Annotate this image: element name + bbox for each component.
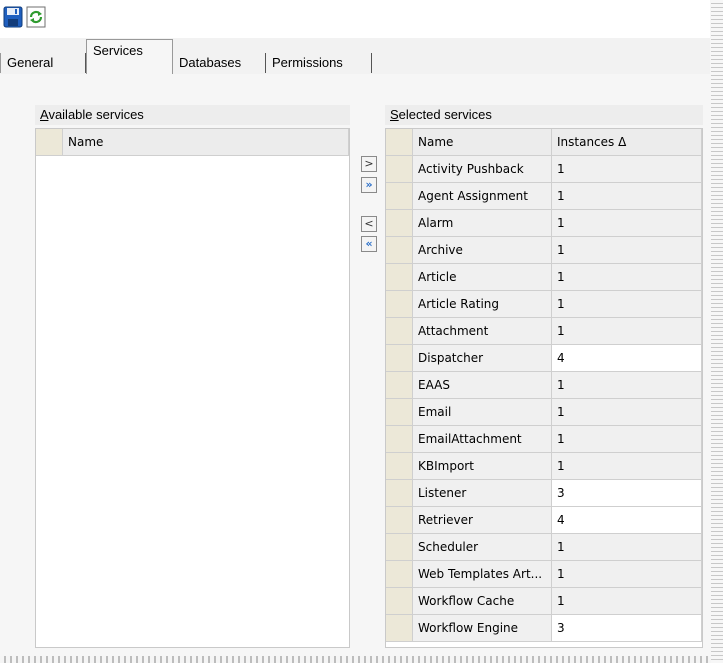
row-selector[interactable] [386,210,413,237]
header-corner [36,129,63,156]
save-disk-icon [3,6,23,28]
service-name-cell[interactable]: Attachment [413,318,552,345]
row-selector[interactable] [386,426,413,453]
service-name-cell[interactable]: Agent Assignment [413,183,552,210]
column-header-name[interactable]: Name [63,129,349,156]
service-instances-cell[interactable]: 3 [552,480,702,507]
window-bottom-edge [0,656,711,663]
service-name-cell[interactable]: Workflow Engine [413,615,552,642]
row-selector[interactable] [386,507,413,534]
service-name-cell[interactable]: Workflow Cache [413,588,552,615]
service-name-cell[interactable]: EAAS [413,372,552,399]
tab-general[interactable]: General [0,53,86,73]
service-instances-cell[interactable]: 1 [552,588,702,615]
tab-services[interactable]: Services [86,39,173,74]
row-selector[interactable] [386,534,413,561]
service-instances-cell[interactable]: 1 [552,372,702,399]
service-name-cell[interactable]: Listener [413,480,552,507]
service-name-cell[interactable]: Article Rating [413,291,552,318]
row-selector[interactable] [386,615,413,642]
service-name-cell[interactable]: Alarm [413,210,552,237]
row-selector[interactable] [386,588,413,615]
toolbar [0,0,710,38]
service-instances-cell[interactable]: 1 [552,291,702,318]
tab-permissions[interactable]: Permissions [266,53,372,73]
remove-service-button[interactable]: < [361,216,377,232]
service-name-cell[interactable]: Retriever [413,507,552,534]
window-edge [711,0,723,663]
service-instances-cell[interactable]: 1 [552,561,702,588]
service-instances-cell[interactable]: 1 [552,426,702,453]
row-selector[interactable] [386,453,413,480]
service-instances-cell[interactable]: 3 [552,615,702,642]
available-services-title: Available services [35,105,350,125]
service-instances-cell[interactable]: 1 [552,264,702,291]
available-services-grid[interactable]: Name [35,128,350,648]
refresh-button[interactable] [25,5,47,29]
row-selector[interactable] [386,291,413,318]
selected-services-grid[interactable]: Name Instances Δ Activity Pushback 1 Agent… [385,128,703,648]
add-all-services-button[interactable]: » [361,177,377,193]
service-name-cell[interactable]: Email [413,399,552,426]
row-selector[interactable] [386,399,413,426]
row-selector[interactable] [386,372,413,399]
header-corner [386,129,413,156]
service-instances-cell[interactable]: 1 [552,183,702,210]
service-instances-cell[interactable]: 4 [552,507,702,534]
service-instances-cell[interactable]: 1 [552,318,702,345]
remove-all-services-button[interactable]: « [361,236,377,252]
service-instances-cell[interactable]: 1 [552,210,702,237]
refresh-icon [26,6,46,28]
add-service-button[interactable]: > [361,156,377,172]
column-header-name[interactable]: Name [413,129,552,156]
selected-services-title: Selected services [385,105,703,125]
service-instances-cell[interactable]: 1 [552,453,702,480]
service-instances-cell[interactable]: 1 [552,534,702,561]
row-selector[interactable] [386,480,413,507]
service-name-cell[interactable]: Web Templates Art... [413,561,552,588]
service-instances-cell[interactable]: 1 [552,237,702,264]
column-header-instances[interactable]: Instances Δ [552,129,702,156]
service-name-cell[interactable]: Article [413,264,552,291]
service-instances-cell[interactable]: 4 [552,345,702,372]
row-selector[interactable] [386,183,413,210]
save-button[interactable] [2,5,24,29]
row-selector[interactable] [386,561,413,588]
service-name-cell[interactable]: Archive [413,237,552,264]
service-name-cell[interactable]: Activity Pushback [413,156,552,183]
service-instances-cell[interactable]: 1 [552,399,702,426]
row-selector[interactable] [386,156,413,183]
row-selector[interactable] [386,345,413,372]
service-name-cell[interactable]: Dispatcher [413,345,552,372]
service-instances-cell[interactable]: 1 [552,156,702,183]
service-name-cell[interactable]: KBImport [413,453,552,480]
row-selector[interactable] [386,237,413,264]
service-name-cell[interactable]: EmailAttachment [413,426,552,453]
row-selector[interactable] [386,264,413,291]
row-selector[interactable] [386,318,413,345]
tab-databases[interactable]: Databases [173,53,266,73]
service-name-cell[interactable]: Scheduler [413,534,552,561]
